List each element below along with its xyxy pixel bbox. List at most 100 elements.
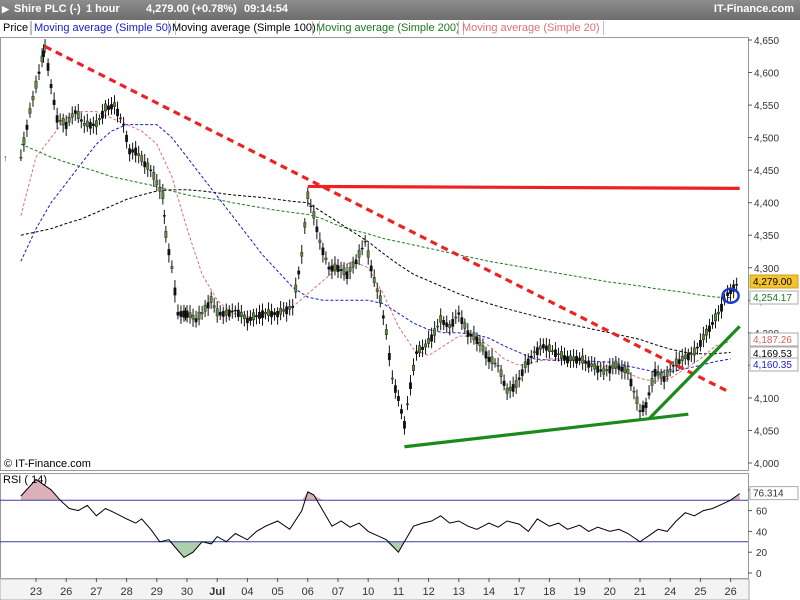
price-badge-label: 4,254.17 — [753, 293, 792, 304]
price-badge-label: 4,187.26 — [753, 335, 792, 346]
candle-body — [294, 284, 298, 293]
candle-body — [188, 312, 192, 318]
candle-body — [98, 118, 101, 120]
candle-body — [569, 355, 572, 362]
candle-body — [457, 312, 461, 315]
candle-body — [677, 359, 681, 364]
candle-body — [508, 386, 512, 391]
candle-body — [523, 361, 527, 368]
ma200-line — [20, 143, 731, 299]
candle-body — [116, 108, 119, 117]
candle-body — [19, 156, 23, 159]
pointer-icon: ↑ — [3, 153, 8, 163]
candle-body — [113, 102, 116, 107]
candle-body — [46, 63, 50, 71]
candle-body — [659, 372, 663, 379]
candle-body — [587, 361, 591, 368]
candle-body — [699, 340, 702, 347]
candle-body — [134, 147, 138, 156]
candle-body — [31, 96, 35, 101]
candle-body — [671, 365, 675, 367]
candle-body — [194, 318, 198, 323]
candle-body — [167, 249, 171, 256]
chart-canvas[interactable]: 4,650 4,600 4,550 4,500 4,450 4,400 4,350 4,300… — [0, 0, 800, 600]
candle-body — [496, 365, 500, 367]
rsi-y-tick-label: 40 — [756, 527, 768, 538]
candle-body — [64, 121, 68, 129]
trendline-1 — [307, 184, 740, 190]
candle-body — [339, 269, 343, 271]
candle-body — [400, 409, 403, 414]
candle-body — [478, 341, 482, 346]
candle-body — [282, 309, 286, 312]
candle-body — [617, 365, 621, 370]
candle-body — [279, 308, 283, 315]
candle-body — [433, 328, 437, 336]
candle-body — [689, 353, 693, 355]
candle-body — [668, 368, 672, 371]
candle-body — [306, 191, 310, 200]
candle-body — [463, 322, 467, 329]
candle-body — [686, 352, 690, 361]
candle-body — [55, 115, 59, 123]
candle-body — [472, 332, 476, 341]
candle-body — [557, 353, 560, 355]
candle-body — [695, 346, 699, 349]
candle-body — [711, 321, 714, 325]
candle-body — [267, 309, 270, 316]
x-tick-label: 17 — [513, 586, 525, 598]
candle-body — [505, 388, 509, 394]
candle-body — [270, 310, 273, 318]
candle-body — [596, 366, 600, 373]
candle-body — [173, 287, 177, 296]
candle-body — [692, 347, 696, 356]
candle-body — [593, 363, 597, 370]
trendlines[interactable] — [44, 45, 741, 449]
candle-body — [424, 343, 427, 348]
candle-body — [544, 345, 548, 351]
candle-body — [638, 410, 642, 412]
candle-body — [381, 315, 385, 319]
candle-body — [303, 222, 307, 228]
candle-body — [58, 119, 62, 122]
candle-body — [242, 314, 246, 320]
trendline-2 — [404, 412, 689, 449]
candle-body — [427, 338, 430, 344]
candle-body — [288, 306, 292, 310]
candle-body — [563, 355, 566, 361]
candle-body — [644, 402, 648, 409]
candle-body — [409, 382, 412, 389]
candle-body — [572, 356, 575, 361]
candle-body — [656, 372, 660, 376]
candle-body — [378, 295, 382, 304]
candle-body — [581, 355, 585, 364]
candle-body — [626, 369, 630, 374]
candle-body — [218, 311, 222, 316]
candle-body — [665, 369, 669, 377]
candle-body — [37, 71, 41, 74]
candle-body — [224, 310, 228, 316]
candle-body — [249, 317, 252, 321]
x-tick-label: 23 — [30, 586, 42, 598]
candle-body — [318, 239, 322, 243]
candle-body — [469, 334, 473, 337]
candle-body — [605, 369, 609, 371]
candle-body — [176, 311, 180, 316]
candle-body — [324, 257, 328, 261]
x-tick-label: 07 — [332, 586, 344, 598]
candle-body — [650, 377, 654, 386]
candle-body — [717, 311, 720, 315]
candle-body — [22, 137, 26, 145]
candle-body — [490, 356, 494, 364]
candle-body — [442, 320, 446, 326]
candle-body — [52, 99, 56, 106]
candle-body — [418, 345, 421, 354]
candle-body — [258, 312, 261, 319]
candle-body — [393, 385, 397, 393]
candle-body — [375, 288, 379, 292]
candle-body — [460, 317, 464, 324]
y-tick-label: 4,300 — [754, 264, 779, 275]
candle-body — [548, 344, 551, 352]
candle-body — [514, 380, 518, 388]
candle-body — [705, 328, 708, 336]
